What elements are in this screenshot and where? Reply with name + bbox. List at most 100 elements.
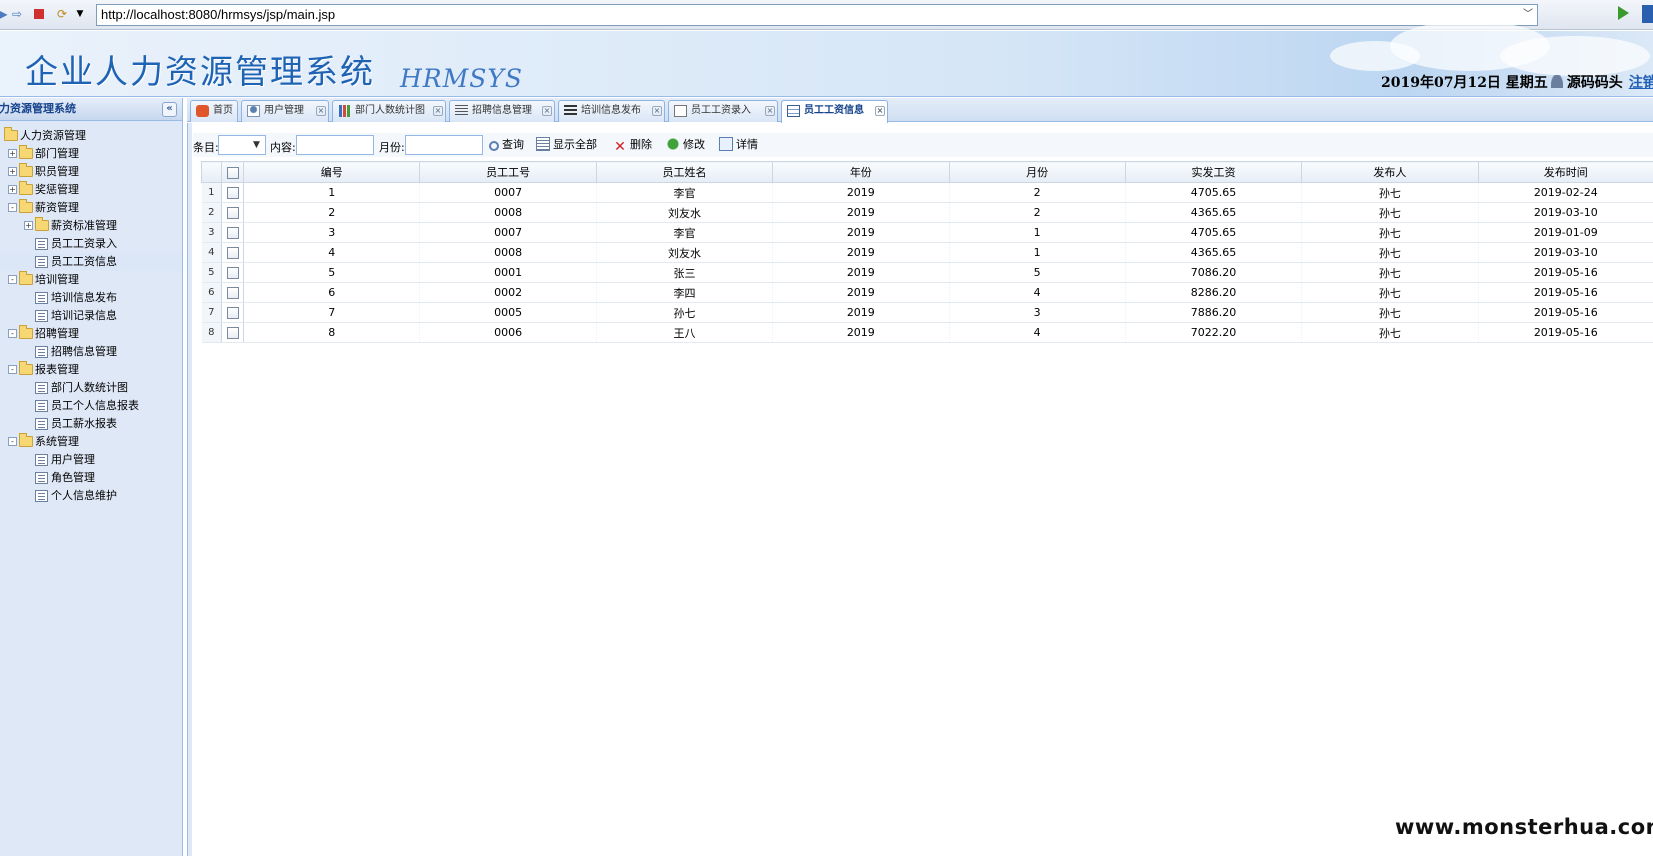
table-row[interactable]: 1 1 0007 李官 2019 2 4705.65 孙七 2019-02-24 (201, 182, 1653, 203)
row-checkbox[interactable] (226, 187, 239, 199)
column-header[interactable]: 员工工号 (419, 161, 597, 183)
collapse-icon[interactable]: - (8, 437, 17, 446)
address-bar[interactable]: http://localhost:8080/hrmsys/jsp/main.js… (96, 4, 1538, 26)
column-header[interactable]: 实发工资 (1124, 161, 1303, 183)
tab[interactable]: 员工工资录入 × (668, 100, 778, 122)
table-row[interactable]: 7 7 0005 孙七 2019 3 7886.20 孙七 2019-05-16 (201, 302, 1653, 323)
sidebar-item[interactable]: - 薪资管理 (0, 199, 182, 217)
content-input[interactable] (296, 135, 374, 155)
logout-link[interactable]: 注销 (1629, 75, 1653, 91)
select-all-header (221, 161, 245, 183)
row-checkbox[interactable] (226, 267, 239, 279)
sidebar-item[interactable]: + 部门管理 (0, 145, 182, 163)
row-checkbox[interactable] (226, 207, 239, 219)
table-cell: 2019-05-16 (1478, 322, 1653, 343)
row-checkbox[interactable] (226, 307, 239, 319)
tab[interactable]: 招聘信息管理 × (449, 100, 555, 122)
column-header[interactable]: 月份 (948, 161, 1126, 183)
sidebar-item[interactable]: + 奖惩管理 (0, 181, 182, 199)
collapse-icon[interactable]: - (8, 329, 17, 338)
table-row[interactable]: 5 5 0001 张三 2019 5 7086.20 孙七 2019-05-16 (201, 262, 1653, 283)
edit-icon (674, 105, 687, 117)
collapse-icon[interactable]: - (8, 203, 17, 212)
chevron-down-icon[interactable]: ▼ (250, 139, 263, 151)
sidebar-item[interactable]: 招聘信息管理 (0, 343, 182, 361)
sidebar-item[interactable]: 部门人数统计图 (0, 379, 182, 397)
sidebar-item[interactable]: 培训记录信息 (0, 307, 182, 325)
sidebar-item[interactable]: 员工薪水报表 (0, 415, 182, 433)
sidebar-item[interactable]: 用户管理 (0, 451, 182, 469)
table-cell: 2 (243, 202, 421, 223)
row-checkbox[interactable] (226, 227, 239, 239)
tab[interactable]: 部门人数统计图 × (332, 100, 446, 122)
table-row[interactable]: 3 3 0007 李官 2019 1 4705.65 孙七 2019-01-09 (201, 222, 1653, 243)
stop-icon[interactable] (32, 7, 46, 21)
month-input[interactable] (405, 135, 483, 155)
sidebar-item[interactable]: 角色管理 (0, 469, 182, 487)
folder-icon (4, 127, 18, 141)
sidebar-item[interactable]: - 招聘管理 (0, 325, 182, 343)
collapse-icon[interactable]: - (8, 275, 17, 284)
sidebar-item[interactable]: - 培训管理 (0, 271, 182, 289)
delete-button[interactable]: ✕ 删除 (613, 137, 652, 154)
row-checkbox[interactable] (226, 287, 239, 299)
sidebar-item[interactable]: 培训信息发布 (0, 289, 182, 307)
sidebar-item[interactable]: + 职员管理 (0, 163, 182, 181)
expand-icon[interactable]: + (8, 185, 17, 194)
close-tab-icon[interactable]: × (652, 106, 662, 116)
select-all-checkbox[interactable] (226, 166, 239, 179)
tab[interactable]: 培训信息发布 × (558, 100, 665, 122)
sidebar-item[interactable]: 员工工资信息 (0, 253, 182, 271)
show-all-button[interactable]: 显示全部 (536, 137, 597, 153)
expand-icon[interactable]: + (8, 149, 17, 158)
cloud-decoration (1500, 36, 1650, 76)
sidebar-item[interactable]: - 系统管理 (0, 433, 182, 451)
edit-button[interactable]: 修改 (666, 137, 705, 153)
table-row[interactable]: 2 2 0008 刘友水 2019 2 4365.65 孙七 2019-03-10 (201, 202, 1653, 223)
history-dropdown-icon[interactable]: ▼ (73, 7, 87, 21)
table-row[interactable]: 6 6 0002 李四 2019 4 8286.20 孙七 2019-05-16 (201, 282, 1653, 303)
column-header[interactable]: 编号 (243, 161, 421, 183)
sidebar-item[interactable]: 员工个人信息报表 (0, 397, 182, 415)
back-arrow-icon[interactable]: ▶ (0, 7, 10, 21)
condition-select[interactable]: ▼ (218, 135, 266, 155)
row-checkbox[interactable] (226, 247, 239, 259)
close-tab-icon[interactable]: × (542, 106, 552, 116)
forward-arrow-icon[interactable]: ⇨ (10, 7, 24, 21)
sidebar-item[interactable]: 人力资源管理 (0, 127, 182, 145)
refresh-icon[interactable]: ⟳ (55, 7, 69, 21)
table-row[interactable]: 4 4 0008 刘友水 2019 1 4365.65 孙七 2019-03-10 (201, 242, 1653, 263)
expand-icon[interactable]: + (8, 167, 17, 176)
sidebar-item[interactable]: + 薪资标准管理 (0, 217, 182, 235)
search-button[interactable]: 查询 (489, 137, 524, 153)
tab[interactable]: 员工工资信息 × (781, 100, 888, 123)
go-icon[interactable] (1618, 6, 1629, 20)
chart-icon (338, 105, 351, 117)
sidebar-item[interactable]: 员工工资录入 (0, 235, 182, 253)
user-icon (247, 105, 260, 117)
folder-icon (19, 199, 33, 213)
address-dropdown-icon[interactable]: ﹀ (1523, 5, 1533, 25)
sidebar-item[interactable]: - 报表管理 (0, 361, 182, 379)
column-header[interactable]: 发布人 (1301, 161, 1479, 183)
detail-button[interactable]: 详情 (719, 137, 758, 153)
tab[interactable]: 首页 (190, 100, 238, 122)
column-header[interactable]: 员工姓名 (595, 161, 774, 183)
table-cell: 2019 (772, 282, 950, 303)
close-tab-icon[interactable]: × (875, 106, 885, 116)
column-header[interactable]: 发布时间 (1477, 161, 1653, 183)
collapse-icon[interactable]: - (8, 365, 17, 374)
close-tab-icon[interactable]: × (433, 106, 443, 116)
page-icon (35, 310, 48, 322)
close-tab-icon[interactable]: × (765, 106, 775, 116)
collapse-sidebar-button[interactable]: « (162, 102, 177, 117)
sidebar-item-label: 员工工资录入 (51, 237, 117, 250)
row-checkbox[interactable] (226, 327, 239, 339)
close-tab-icon[interactable]: × (316, 106, 326, 116)
column-header[interactable]: 年份 (772, 161, 950, 183)
table-row[interactable]: 8 8 0006 王八 2019 4 7022.20 孙七 2019-05-16 (201, 322, 1653, 343)
toolbar-extension-icon[interactable] (1642, 5, 1653, 23)
tab[interactable]: 用户管理 × (241, 100, 329, 122)
sidebar-item[interactable]: 个人信息维护 (0, 487, 182, 505)
expand-icon[interactable]: + (24, 221, 33, 230)
